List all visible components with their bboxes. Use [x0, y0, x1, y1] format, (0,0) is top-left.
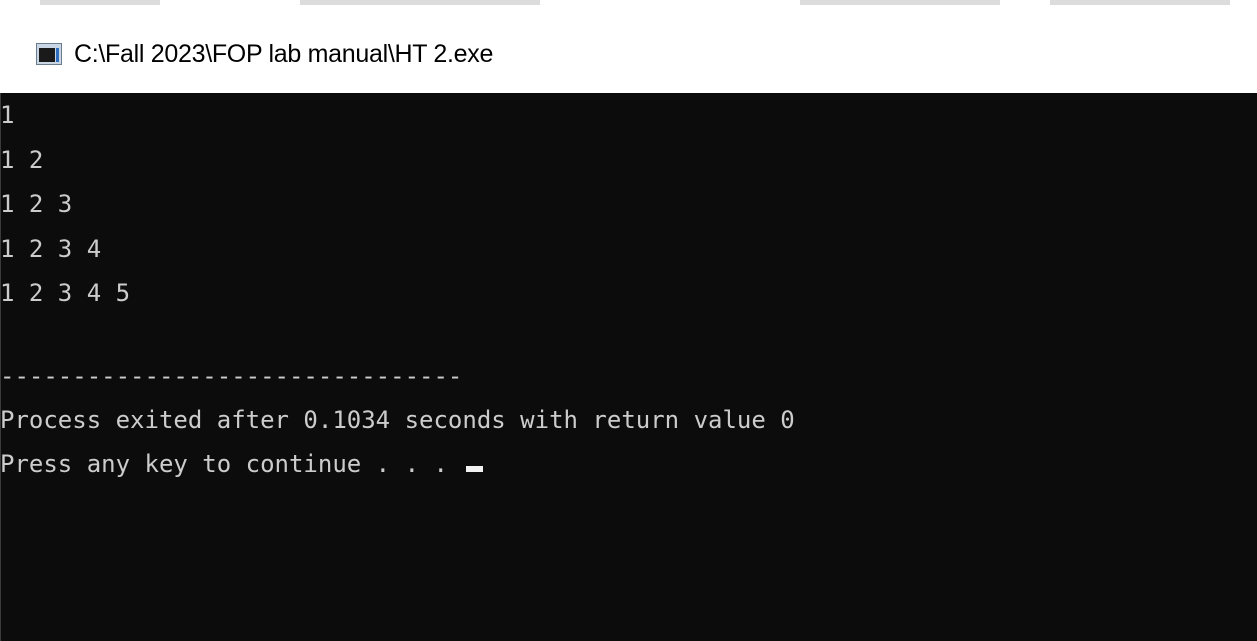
- title-bar[interactable]: C:\Fall 2023\FOP lab manual\HT 2.exe: [0, 16, 1257, 93]
- blurred-edge-mark: [1050, 0, 1230, 5]
- console-line: 1 2 3 4: [0, 235, 102, 263]
- blurred-edge-mark: [40, 0, 160, 5]
- console-line: 1: [0, 101, 15, 129]
- console-output-area[interactable]: 1 1 2 1 2 3 1 2 3 4 1 2 3 4 5 ----------…: [0, 93, 1257, 641]
- console-window: C:\Fall 2023\FOP lab manual\HT 2.exe 1 1…: [0, 0, 1257, 641]
- window-title: C:\Fall 2023\FOP lab manual\HT 2.exe: [74, 40, 494, 68]
- blurred-edge-mark: [800, 0, 1000, 5]
- console-line: 1 2 3: [0, 190, 73, 218]
- process-exit-message: Process exited after 0.1034 seconds with…: [0, 406, 795, 434]
- continue-prompt: Press any key to continue . . .: [0, 450, 463, 478]
- console-line: 1 2 3 4 5: [0, 279, 131, 307]
- background-window-edge: [0, 0, 1257, 17]
- block-cursor: [466, 466, 484, 472]
- blurred-edge-mark: [300, 0, 540, 5]
- separator-line: --------------------------------: [0, 362, 463, 390]
- continue-prompt-line: Press any key to continue . . .: [0, 449, 484, 479]
- console-app-icon[interactable]: [36, 42, 64, 67]
- console-line: 1 2: [0, 146, 44, 174]
